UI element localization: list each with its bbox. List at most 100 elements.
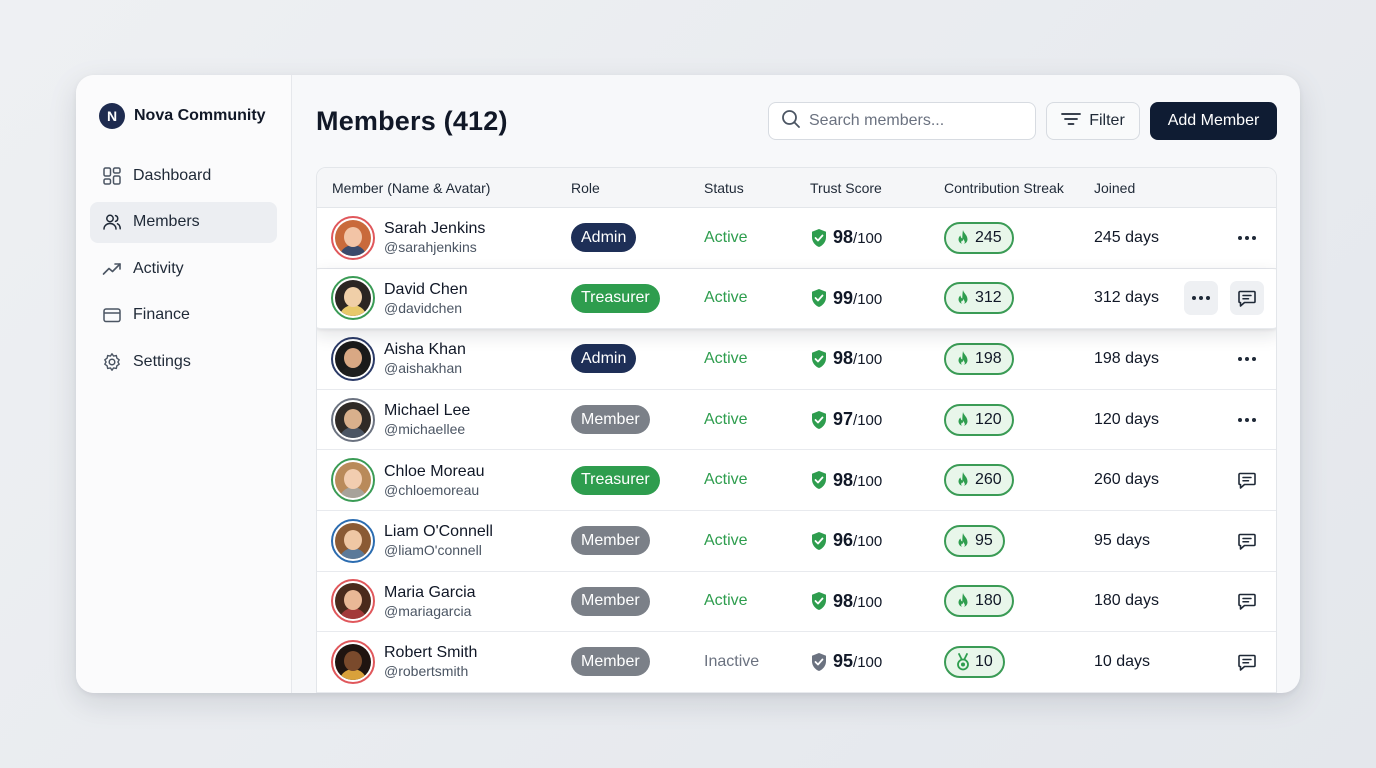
column-header-member[interactable]: Member (Name & Avatar) (332, 180, 490, 196)
column-header-trust-score[interactable]: Trust Score (810, 180, 882, 196)
shield-check-icon (810, 410, 828, 430)
avatar[interactable] (331, 579, 375, 624)
column-header-contribution-streak[interactable]: Contribution Streak (944, 180, 1064, 196)
flame-icon (955, 289, 971, 307)
joined-value: 312 days (1094, 289, 1159, 307)
streak-cell: 95 (944, 511, 1005, 571)
more-options-button[interactable] (1230, 221, 1264, 255)
trust-score-max: /100 (853, 412, 883, 430)
table-row[interactable]: Aisha Khan @aishakhan Admin Active 98/100 198… (317, 329, 1276, 390)
table-row[interactable]: Maria Garcia @mariagarcia Member Active 98/1… (317, 571, 1276, 633)
column-header-joined[interactable]: Joined (1094, 180, 1135, 196)
member-name[interactable]: Sarah Jenkins (384, 219, 485, 238)
member-name[interactable]: Robert Smith (384, 643, 477, 662)
table-row[interactable]: Robert Smith @robertsmith Member Inactive 95… (317, 632, 1276, 693)
status-text: Active (704, 410, 748, 428)
message-button[interactable] (1230, 645, 1264, 679)
flame-icon (955, 471, 971, 489)
sidebar-item-settings[interactable]: Settings (90, 341, 277, 382)
shield-check-icon (810, 349, 828, 369)
filter-icon (1061, 111, 1082, 132)
main-content: Members (412) Filter Add Member (292, 75, 1300, 693)
message-button[interactable] (1230, 524, 1264, 558)
member-cell: Sarah Jenkins @sarahjenkins (331, 208, 485, 268)
table-row[interactable]: Chloe Moreau @chloemoreau Treasurer Active 9… (317, 450, 1276, 511)
more-icon (1191, 295, 1211, 301)
trending-up-icon (102, 259, 122, 279)
column-header-role[interactable]: Role (571, 180, 600, 196)
avatar[interactable] (331, 458, 375, 503)
joined-value: 198 days (1094, 349, 1159, 367)
trust-score-max: /100 (853, 290, 883, 308)
trust-score-value: 98 (833, 227, 854, 248)
sidebar-item-activity[interactable]: Activity (90, 248, 277, 289)
brand-logo: N (99, 103, 125, 129)
role-cell: Admin (571, 329, 637, 389)
sidebar-item-dashboard[interactable]: Dashboard (90, 155, 277, 196)
member-name[interactable]: Michael Lee (384, 401, 470, 420)
message-button[interactable] (1230, 463, 1264, 497)
streak-cell: 120 (944, 390, 1014, 450)
streak-cell: 10 (944, 632, 1005, 692)
member-name[interactable]: Aisha Khan (384, 340, 466, 359)
row-actions (1230, 632, 1264, 692)
role-cell: Member (571, 390, 650, 450)
sidebar: N Nova Community Dashboard Members Activit… (76, 75, 292, 693)
avatar-image (335, 280, 371, 317)
trust-score: 98/100 (810, 348, 882, 369)
table-row[interactable]: Michael Lee @michaellee Member Active 97/100… (317, 389, 1276, 451)
avatar-image (335, 401, 371, 438)
message-button[interactable] (1230, 281, 1264, 316)
table-row[interactable]: Sarah Jenkins @sarahjenkins Admin Active 98/… (317, 208, 1276, 269)
flame-icon (955, 229, 971, 247)
table-header: Member (Name & Avatar) Role Status Trust… (317, 168, 1276, 208)
member-handle: @liamO'connell (384, 542, 482, 559)
avatar[interactable] (331, 276, 375, 321)
member-handle: @chloemoreau (384, 481, 480, 498)
streak-badge: 198 (944, 342, 1014, 375)
message-button[interactable] (1230, 584, 1264, 618)
more-options-button[interactable] (1184, 281, 1218, 316)
search-input[interactable] (809, 112, 1019, 130)
avatar[interactable] (331, 518, 375, 563)
sidebar-item-finance[interactable]: Finance (90, 295, 277, 336)
streak-cell: 260 (944, 450, 1014, 510)
avatar[interactable] (331, 336, 375, 381)
row-actions (1230, 511, 1264, 571)
streak-value: 120 (975, 410, 1002, 428)
member-handle: @aishakhan (384, 360, 463, 377)
table-row[interactable]: David Chen @davidchen Treasurer Active 99/10… (317, 268, 1276, 330)
status-cell: Active (704, 208, 748, 268)
member-cell: David Chen @davidchen (331, 269, 468, 329)
add-member-button[interactable]: Add Member (1150, 102, 1277, 140)
avatar[interactable] (331, 397, 375, 442)
avatar-image (335, 219, 371, 256)
member-name[interactable]: Chloe Moreau (384, 462, 485, 481)
more-options-button[interactable] (1230, 403, 1264, 437)
avatar[interactable] (331, 639, 375, 684)
sidebar-item-members[interactable]: Members (90, 201, 277, 243)
table-row[interactable]: Liam O'Connell @liamO'connell Member Active… (317, 510, 1276, 572)
status-text: Active (704, 471, 748, 489)
joined-cell: 180 days (1094, 572, 1159, 632)
member-cell: Maria Garcia @mariagarcia (331, 572, 476, 632)
column-header-status[interactable]: Status (704, 180, 744, 196)
avatar[interactable] (331, 215, 375, 260)
filter-button[interactable]: Filter (1046, 102, 1140, 140)
brand[interactable]: N Nova Community (90, 103, 277, 129)
search-box[interactable] (768, 102, 1036, 140)
more-options-button[interactable] (1230, 342, 1264, 376)
streak-cell: 245 (944, 208, 1014, 268)
app-window: N Nova Community Dashboard Members Activit… (76, 75, 1300, 693)
member-name[interactable]: Maria Garcia (384, 583, 476, 602)
member-name[interactable]: Liam O'Connell (384, 522, 493, 541)
status-text: Active (704, 289, 748, 307)
streak-value: 312 (975, 289, 1002, 307)
trust-score-max: /100 (853, 654, 883, 672)
shield-check-icon (810, 531, 828, 551)
more-icon (1237, 417, 1257, 423)
member-name[interactable]: David Chen (384, 280, 468, 299)
status-text: Active (704, 349, 748, 367)
status-cell: Active (704, 450, 748, 510)
member-handle: @sarahjenkins (384, 239, 477, 256)
